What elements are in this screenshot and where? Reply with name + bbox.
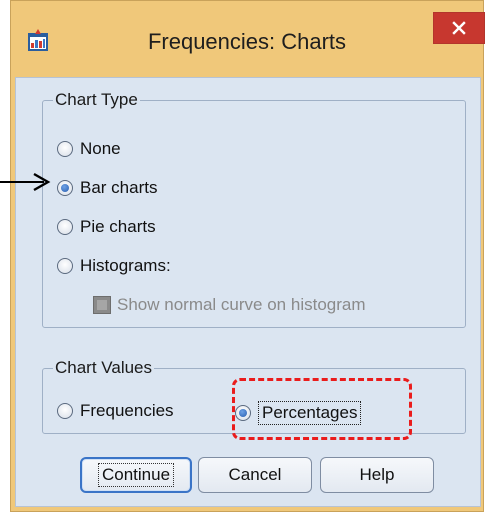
help-button[interactable]: Help [320,457,434,493]
checkbox-box[interactable] [93,296,111,314]
radio-none[interactable]: None [57,139,121,159]
radio-circle[interactable] [57,403,73,419]
continue-button[interactable]: Continue [80,457,192,493]
checkbox-normal-curve-label: Show normal curve on histogram [117,295,366,314]
radio-circle-selected[interactable] [57,180,73,196]
pointer-arrow-icon [0,172,51,192]
chart-values-label: Chart Values [53,358,155,378]
cancel-button[interactable]: Cancel [198,457,312,493]
radio-bar-charts[interactable]: Bar charts [57,178,157,198]
dialog-title: Frequencies: Charts [147,29,347,54]
chart-type-group: Chart Type None Bar charts Pie charts Hi… [42,90,466,328]
radio-circle[interactable] [57,258,73,274]
dialog-body: Chart Type None Bar charts Pie charts Hi… [15,77,481,507]
radio-frequencies-label: Frequencies [80,401,174,420]
radio-none-label: None [80,139,121,158]
radio-pie-charts[interactable]: Pie charts [57,217,156,237]
radio-circle[interactable] [57,141,73,157]
checkbox-normal-curve[interactable]: Show normal curve on histogram [93,295,366,315]
highlight-dashed-box [232,378,412,440]
close-icon [452,21,466,35]
radio-histograms-label: Histograms: [80,256,171,275]
radio-bar-charts-label: Bar charts [80,178,158,197]
cancel-button-label: Cancel [228,465,282,484]
radio-circle[interactable] [57,219,73,235]
continue-button-label: Continue [97,463,175,487]
close-button[interactable] [433,12,485,44]
radio-histograms[interactable]: Histograms: [57,256,171,276]
radio-pie-charts-label: Pie charts [80,217,156,236]
radio-frequencies[interactable]: Frequencies [57,401,174,421]
help-button-label: Help [359,465,395,484]
title-bar[interactable]: Frequencies: Charts [11,1,485,77]
chart-type-label: Chart Type [53,90,140,110]
